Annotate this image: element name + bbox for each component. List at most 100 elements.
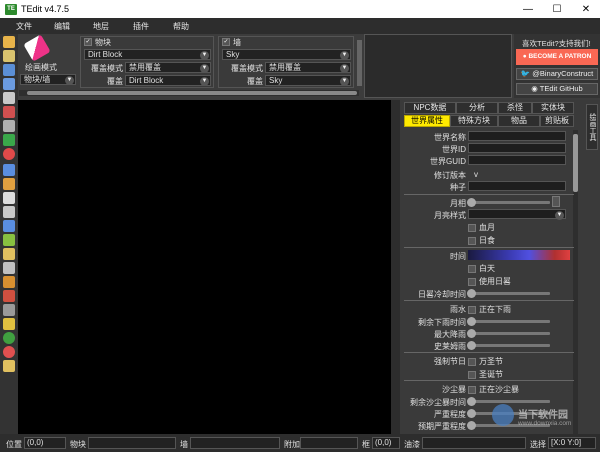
side-tab-paint-tools[interactable]: 绘画工具 <box>586 104 598 150</box>
tab-special-tiles[interactable]: 特殊方块 <box>450 115 498 127</box>
is-raining-row[interactable]: 正在下雨 <box>468 304 511 315</box>
line-tool-icon[interactable] <box>3 262 15 274</box>
halloween-row[interactable]: 万圣节 <box>468 356 503 367</box>
slime-rain-slider[interactable] <box>467 341 550 350</box>
eraser-tool-icon[interactable] <box>3 346 15 358</box>
christmas-row[interactable]: 圣诞节 <box>468 369 503 380</box>
tab-npc-data[interactable]: NPC数据 <box>404 102 456 114</box>
toolbar-scrollbar[interactable] <box>19 90 359 96</box>
slider-knob[interactable] <box>467 329 476 338</box>
save-icon[interactable] <box>3 64 15 76</box>
save-as-icon[interactable] <box>3 78 15 90</box>
sundial-cooldown-slider[interactable] <box>467 289 550 298</box>
moon-style-select[interactable]: ▼ <box>468 209 566 220</box>
slider-knob[interactable] <box>467 397 476 406</box>
use-sundial-row[interactable]: 使用日晷 <box>468 276 511 287</box>
is-sandstorm-checkbox[interactable] <box>468 385 476 394</box>
tile-enable-checkbox[interactable]: ✓ <box>84 38 92 46</box>
properties-scrollbar[interactable] <box>573 130 578 434</box>
zoom-icon[interactable] <box>3 120 15 132</box>
daytime-row[interactable]: 白天 <box>468 263 495 274</box>
sprite-tool-icon[interactable] <box>3 304 15 316</box>
reload-icon[interactable] <box>3 92 15 104</box>
maximize-icon[interactable]: ☐ <box>543 0 571 18</box>
close-icon[interactable]: ✕ <box>572 0 600 18</box>
tab-kill-tally[interactable]: 杀怪 <box>498 102 532 114</box>
slider-knob[interactable] <box>467 198 476 207</box>
brush-tool-icon[interactable] <box>3 234 15 246</box>
menu-layers[interactable]: 地层 <box>93 21 109 32</box>
point-tool-icon[interactable] <box>3 318 15 330</box>
eclipse-row[interactable]: 日食 <box>468 235 495 246</box>
morph-tool-icon[interactable] <box>3 332 15 344</box>
twitter-button[interactable]: 🐦 @BinaryConstruct <box>516 68 598 80</box>
wand-tool-icon[interactable] <box>3 360 15 372</box>
moon-phase-handle[interactable] <box>552 196 560 207</box>
wall-enable-checkbox[interactable]: ✓ <box>222 38 230 46</box>
tile-panel: ✓ 物块 Dirt Block ▼ 覆盖模式 禁用覆盖 ▼ 覆盖 Dirt Bl… <box>80 36 214 88</box>
wall-mask-select[interactable]: Sky ▼ <box>265 75 351 86</box>
wall-mask-mode-select[interactable]: 禁用覆盖 ▼ <box>265 62 351 73</box>
blood-moon-checkbox[interactable] <box>468 223 476 232</box>
max-rain-slider[interactable] <box>467 329 550 338</box>
tab-analysis[interactable]: 分析 <box>456 102 498 114</box>
canvas-vertical-scrollbar[interactable] <box>391 100 400 434</box>
toolbar-scroll-thumb[interactable] <box>27 91 357 95</box>
world-canvas[interactable] <box>18 100 391 434</box>
halloween-checkbox[interactable] <box>468 357 476 366</box>
tab-clipboard[interactable]: 剪贴板 <box>540 115 574 127</box>
patreon-button[interactable]: ● BECOME A PATRON <box>516 49 598 65</box>
copy-icon[interactable] <box>3 164 15 176</box>
pencil-tool-icon[interactable] <box>3 248 15 260</box>
menu-help[interactable]: 帮助 <box>173 21 189 32</box>
time-gradient-slider[interactable] <box>468 250 570 260</box>
world-id-field[interactable] <box>468 143 566 153</box>
tile-select[interactable]: Dirt Block ▼ <box>84 49 211 60</box>
menu-plugins[interactable]: 插件 <box>133 21 149 32</box>
panel-scroll-buttons[interactable] <box>357 40 362 86</box>
select-rect-icon[interactable] <box>3 220 15 232</box>
github-button[interactable]: ◉ TEdit GitHub <box>516 83 598 95</box>
stop-icon[interactable] <box>3 148 15 160</box>
seed-field[interactable] <box>468 181 566 191</box>
fill-tool-icon[interactable] <box>3 290 15 302</box>
moon-phase-slider[interactable] <box>467 198 550 207</box>
use-sundial-checkbox[interactable] <box>468 277 476 286</box>
pick-tool-icon[interactable] <box>3 206 15 218</box>
new-file-icon[interactable] <box>3 36 15 48</box>
is-sandstorm-row[interactable]: 正在沙尘暴 <box>468 384 519 395</box>
wall-mask-label: 覆盖 <box>247 77 263 86</box>
world-name-field[interactable] <box>468 131 566 141</box>
brush-mode-select[interactable]: 物块/墙 ▼ <box>20 74 76 85</box>
world-guid-field[interactable] <box>468 155 566 165</box>
hammer-tool-icon[interactable] <box>3 276 15 288</box>
tile-mask-mode-select[interactable]: 禁用覆盖 ▼ <box>125 62 211 73</box>
undo-icon[interactable] <box>3 106 15 118</box>
christmas-checkbox[interactable] <box>468 370 476 379</box>
slider-knob[interactable] <box>467 341 476 350</box>
eclipse-checkbox[interactable] <box>468 236 476 245</box>
sandstorm-time-left-slider[interactable] <box>467 397 550 406</box>
open-folder-icon[interactable] <box>3 50 15 62</box>
daytime-checkbox[interactable] <box>468 264 476 273</box>
rain-time-left-slider[interactable] <box>467 317 550 326</box>
properties-scroll-thumb[interactable] <box>573 134 578 192</box>
arrow-tool-icon[interactable] <box>3 192 15 204</box>
minimap-preview[interactable] <box>364 34 512 98</box>
slider-knob[interactable] <box>467 317 476 326</box>
blood-moon-row[interactable]: 血月 <box>468 222 495 233</box>
menu-file[interactable]: 文件 <box>16 21 32 32</box>
menu-edit[interactable]: 编辑 <box>54 21 70 32</box>
minimize-icon[interactable]: — <box>514 0 542 18</box>
tab-tile-entities[interactable]: 实体块 <box>532 102 574 114</box>
is-raining-checkbox[interactable] <box>468 305 476 314</box>
paste-icon[interactable] <box>3 178 15 190</box>
slider-knob[interactable] <box>467 421 476 430</box>
tab-world-properties[interactable]: 世界属性 <box>404 115 450 127</box>
tile-mask-select[interactable]: Dirt Block ▼ <box>125 75 211 86</box>
wall-select[interactable]: Sky ▼ <box>222 49 351 60</box>
slider-knob[interactable] <box>467 289 476 298</box>
slider-knob[interactable] <box>467 409 476 418</box>
redo-icon[interactable] <box>3 134 15 146</box>
tab-items[interactable]: 物品 <box>498 115 540 127</box>
